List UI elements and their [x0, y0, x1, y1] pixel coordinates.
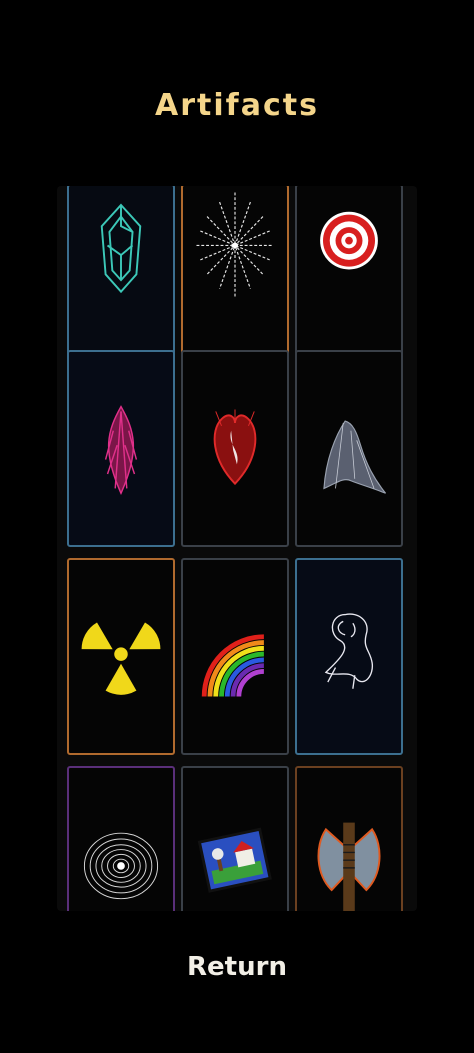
bleeding-heart-icon: [213, 409, 257, 486]
rainbow-icon: [201, 634, 265, 697]
artifact-card-battle-axe[interactable]: [295, 766, 403, 911]
artifact-grid[interactable]: [57, 186, 417, 911]
return-button[interactable]: Return: [0, 952, 474, 982]
page-title: Artifacts: [155, 88, 319, 123]
artifact-card-ghost-wisp[interactable]: [295, 350, 403, 547]
artifact-card-rainbow[interactable]: [181, 558, 289, 755]
artifact-card-pink-flame[interactable]: [67, 350, 175, 547]
radiation-icon: [81, 622, 161, 695]
ghost-wisp-icon: [323, 420, 387, 494]
spirit-icon: [324, 613, 373, 689]
artifact-card-bleeding-heart[interactable]: [181, 350, 289, 547]
artifact-card-spirit[interactable]: [295, 558, 403, 755]
postcard-icon: [197, 827, 272, 893]
vortex-icon: [83, 832, 159, 900]
artifact-card-radiation[interactable]: [67, 558, 175, 755]
pink-flame-icon: [104, 405, 138, 496]
battle-axe-icon: [317, 822, 381, 911]
artifact-card-vortex[interactable]: [67, 766, 175, 911]
artifact-card-postcard[interactable]: [181, 766, 289, 911]
